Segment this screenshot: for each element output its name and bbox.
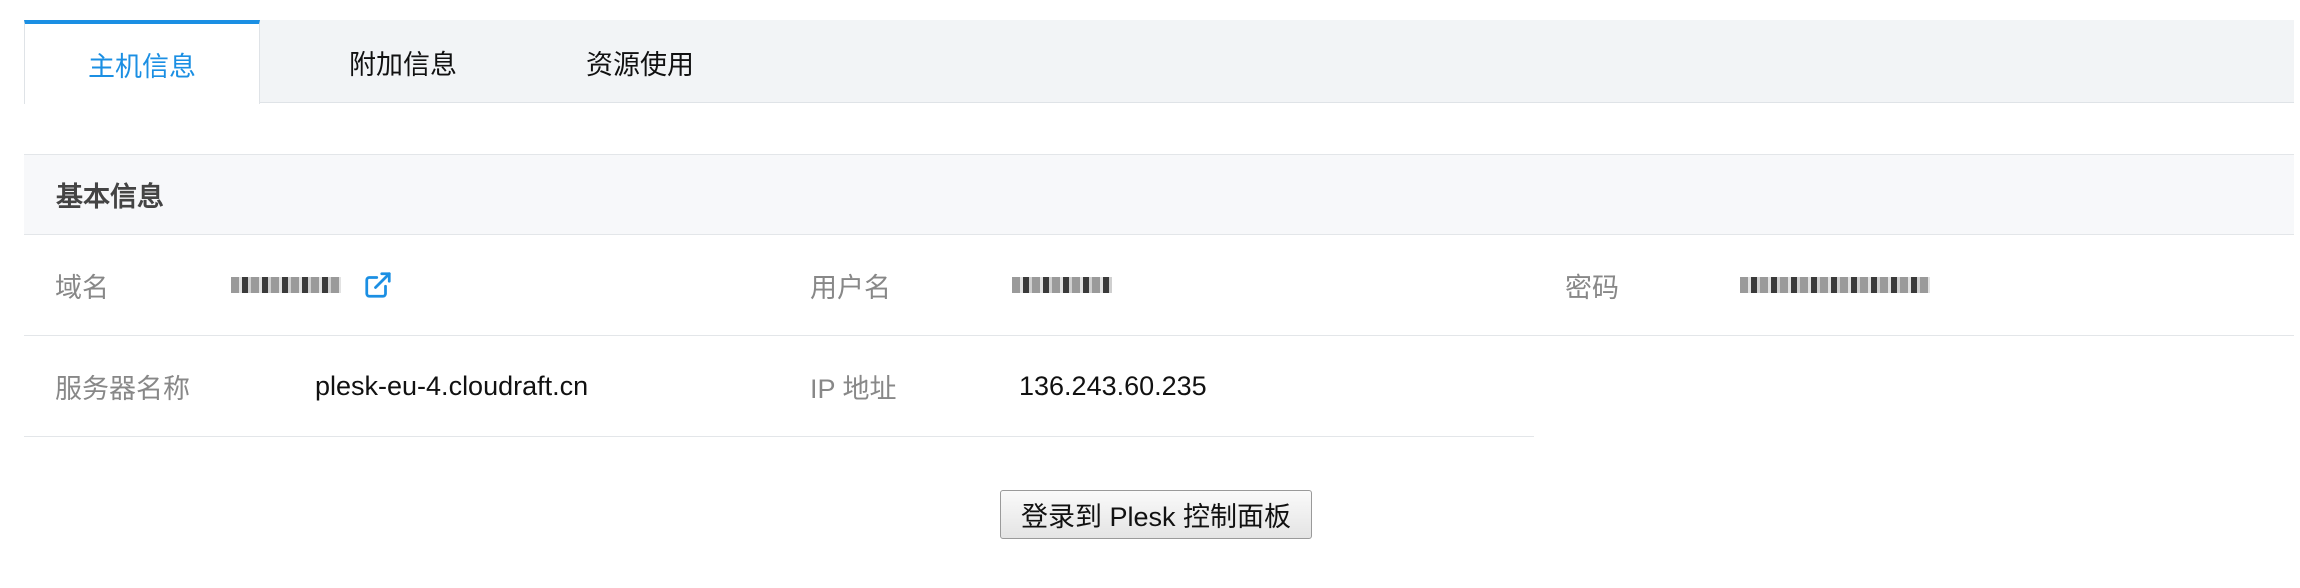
info-row-2: 服务器名称 plesk-eu-4.cloudraft.cn IP 地址 136.…	[24, 336, 1534, 437]
tab-host-info[interactable]: 主机信息	[24, 20, 260, 104]
server-name-value: plesk-eu-4.cloudraft.cn	[315, 370, 589, 401]
redacted-username	[1012, 277, 1112, 293]
server-name-label: 服务器名称	[55, 373, 190, 404]
login-plesk-button[interactable]: 登录到 Plesk 控制面板	[1000, 490, 1312, 539]
redacted-password	[1740, 277, 1930, 293]
domain-value	[231, 235, 393, 335]
tab-resource-usage[interactable]: 资源使用	[522, 20, 758, 104]
domain-label: 域名	[55, 272, 109, 303]
tab-bar: 主机信息 附加信息 资源使用	[24, 20, 2294, 104]
username-label: 用户名	[810, 272, 891, 303]
ip-label: IP 地址	[810, 373, 897, 404]
password-value	[1740, 235, 1930, 335]
empty-cell	[1534, 336, 2294, 437]
section-title: 基本信息	[24, 154, 2294, 235]
external-link-icon[interactable]	[363, 270, 393, 300]
password-label: 密码	[1565, 272, 1619, 303]
info-row-1: 域名 用户名 密码	[24, 235, 2294, 336]
tab-additional-info[interactable]: 附加信息	[285, 20, 521, 104]
username-value	[1012, 235, 1112, 335]
redacted-domain	[231, 277, 341, 293]
ip-value: 136.243.60.235	[1019, 370, 1207, 401]
